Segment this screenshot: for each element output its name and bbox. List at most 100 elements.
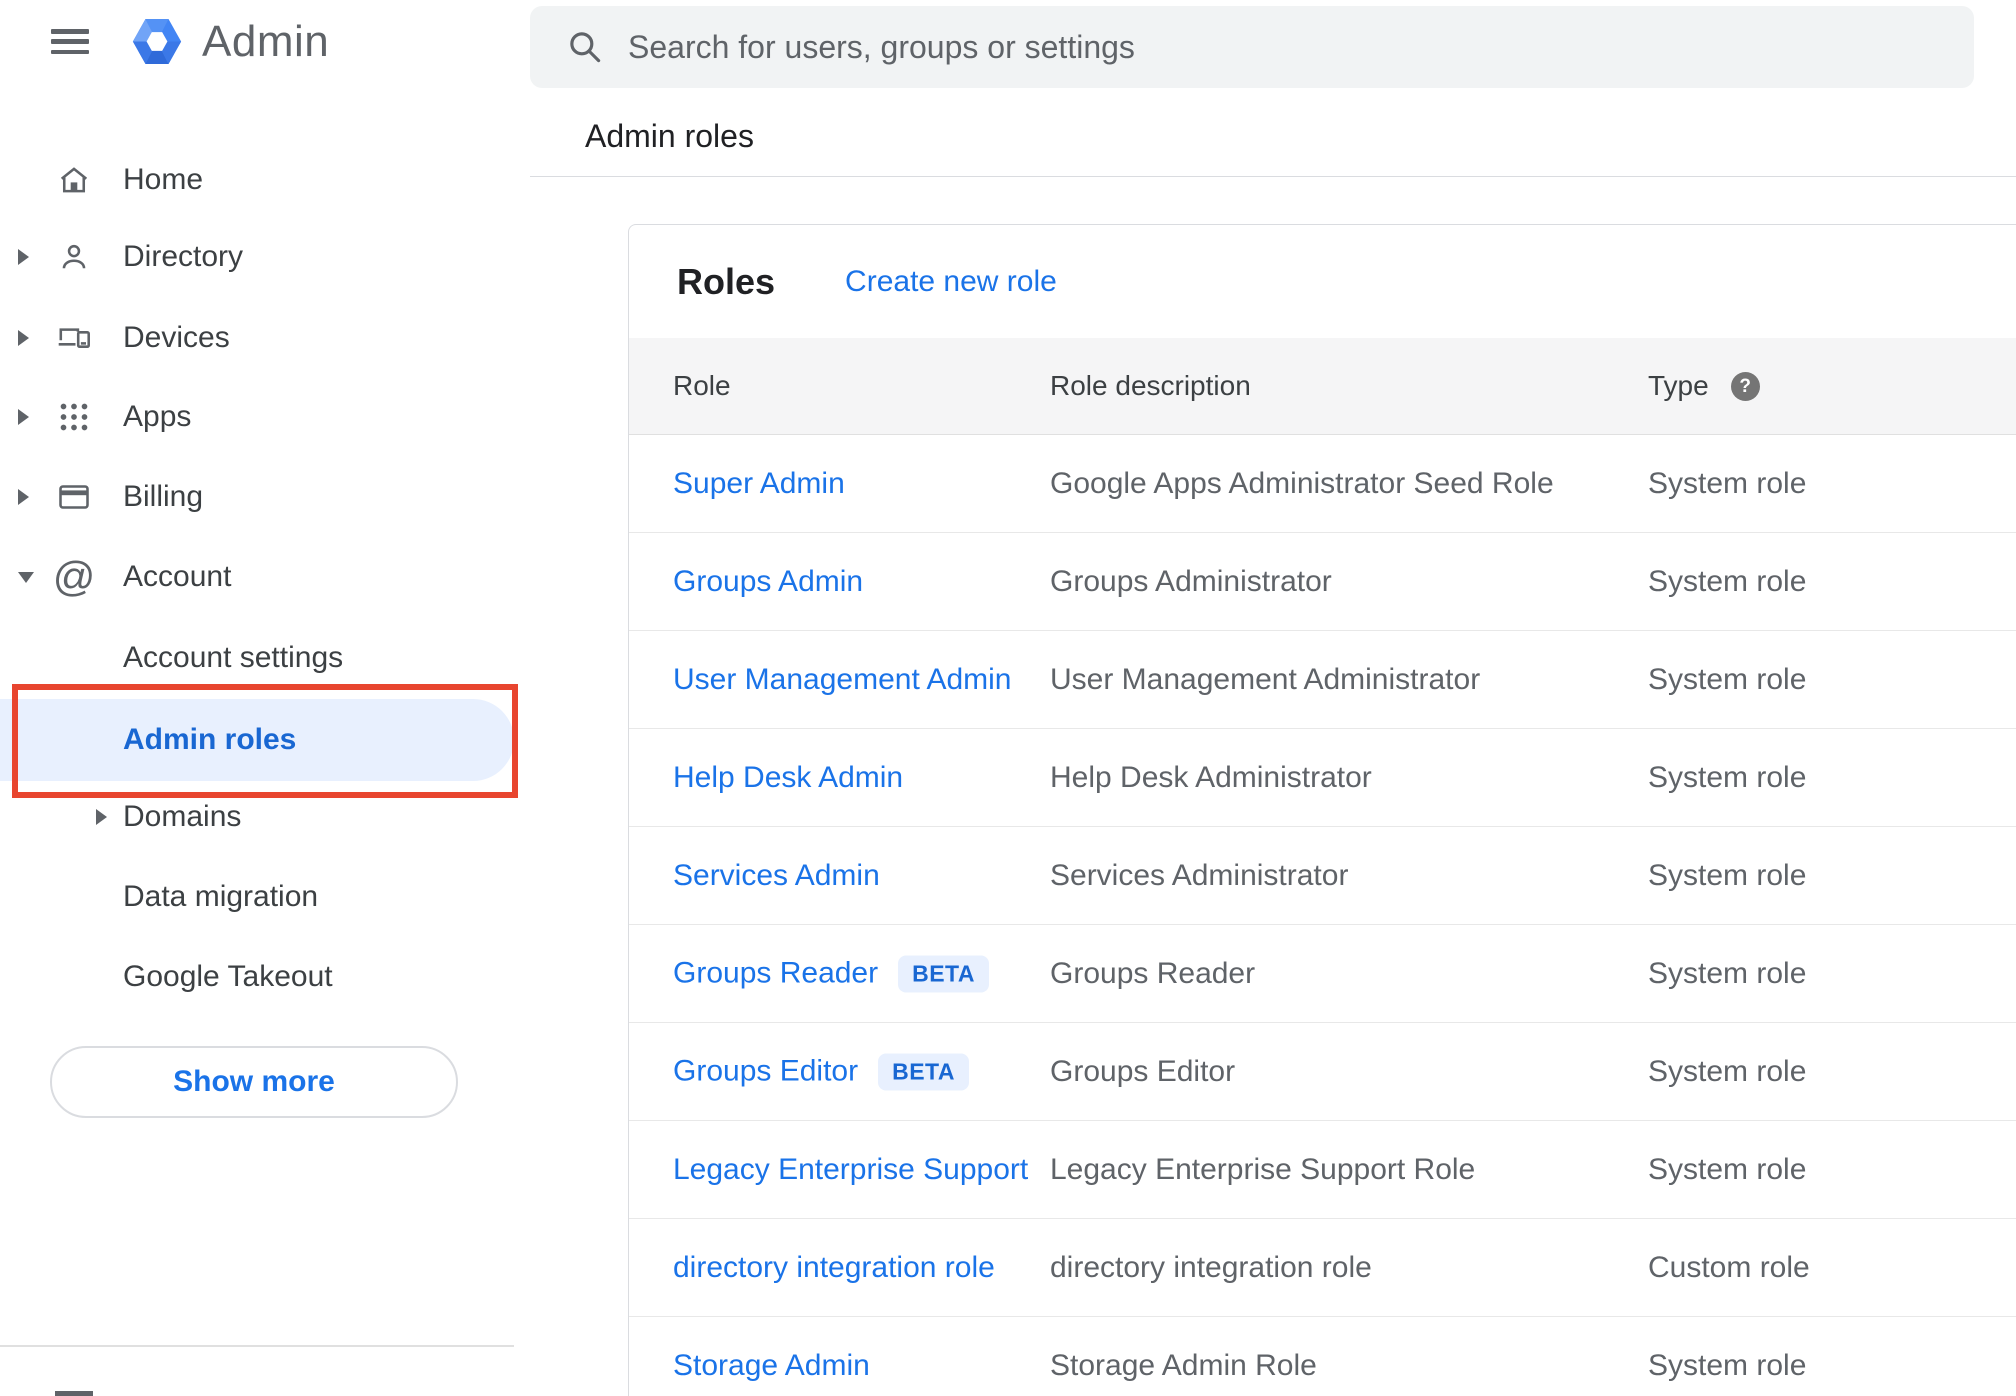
table-row: Super Admin Google Apps Administrator See…: [629, 435, 2016, 533]
role-description: Groups Editor: [1050, 1054, 1236, 1088]
menu-bar: [51, 49, 89, 54]
role-description: Services Administrator: [1050, 858, 1349, 892]
search-bar[interactable]: [530, 6, 1974, 88]
at-sign-icon: @: [52, 553, 96, 600]
role-link[interactable]: Super Admin: [673, 467, 845, 501]
sidebar-item-home[interactable]: Home: [0, 140, 514, 220]
role-link[interactable]: Legacy Enterprise Support: [673, 1153, 1028, 1187]
role-type: System role: [1648, 858, 1807, 892]
sidebar-item-label: Billing: [123, 480, 204, 513]
admin-hexagon-icon: [132, 19, 182, 64]
beta-badge: BETA: [878, 1053, 969, 1090]
table-row: Groups Admin Groups Administrator System r…: [629, 533, 2016, 631]
sidebar-item-label: Data migration: [123, 880, 319, 913]
table-row: Help Desk Admin Help Desk Administrator Sy…: [629, 729, 2016, 827]
menu-button[interactable]: [51, 29, 89, 54]
search-icon: [570, 32, 601, 63]
sidebar-item-label: Account settings: [123, 641, 344, 674]
logo-text: Admin: [202, 16, 330, 66]
column-header-role: Role: [673, 370, 731, 401]
role-type: System role: [1648, 1054, 1807, 1088]
sidebar-item-directory[interactable]: Directory: [0, 217, 514, 297]
table-row: Groups Reader BETA Groups Reader System rol…: [629, 925, 2016, 1023]
sidebar-item-label: Account: [123, 560, 232, 593]
column-header-type: Type ?: [1648, 370, 1760, 402]
beta-badge: BETA: [898, 955, 990, 992]
role-type: System role: [1648, 956, 1807, 990]
apps-icon: [55, 395, 93, 439]
role-type: System role: [1648, 466, 1807, 500]
role-description: User Management Administrator: [1050, 662, 1481, 696]
role-type: System role: [1648, 1348, 1807, 1382]
menu-bar: [51, 29, 89, 34]
create-new-role-link[interactable]: Create new role: [845, 265, 1057, 299]
chevron-down-icon[interactable]: [18, 571, 34, 583]
sidebar-item-label: Admin roles: [123, 723, 297, 756]
devices-icon: [55, 316, 93, 360]
help-icon[interactable]: ?: [1730, 371, 1760, 401]
sidebar-item-label: Home: [123, 163, 204, 196]
sidebar-item-apps[interactable]: Apps: [0, 377, 514, 457]
role-link[interactable]: Help Desk Admin: [673, 761, 903, 795]
table-row: directory integration role directory inte…: [629, 1219, 2016, 1317]
breadcrumb: Admin roles: [585, 118, 754, 154]
chevron-right-icon[interactable]: [18, 249, 29, 265]
show-more-button[interactable]: Show more: [50, 1046, 458, 1118]
role-type: System role: [1648, 564, 1807, 598]
sidebar-item-label: Directory: [123, 240, 244, 273]
table-row: Legacy Enterprise Support Legacy Enterpri…: [629, 1121, 2016, 1219]
admin-console: Admin Admin roles Home Directory Devices Ap…: [0, 0, 2016, 1396]
role-link[interactable]: Groups Admin: [673, 565, 863, 599]
role-description: Groups Administrator: [1050, 564, 1332, 598]
sidebar-item-domains[interactable]: Domains: [0, 777, 514, 857]
sidebar-item-label: Domains: [123, 800, 242, 833]
role-link[interactable]: Groups Editor: [673, 1055, 858, 1089]
chevron-right-icon[interactable]: [18, 330, 29, 346]
role-type: Custom role: [1648, 1250, 1810, 1284]
role-description: Storage Admin Role: [1050, 1348, 1317, 1382]
search-input[interactable]: [628, 17, 1974, 77]
sidebar-item-account[interactable]: @ Account: [0, 537, 514, 617]
sidebar-item-billing[interactable]: Billing: [0, 457, 514, 537]
card-title: Roles: [677, 260, 776, 302]
sidebar-item-data-migration[interactable]: Data migration: [0, 857, 514, 937]
cutoff-icon: [55, 1391, 93, 1396]
role-link[interactable]: Storage Admin: [673, 1349, 870, 1383]
role-description: Google Apps Administrator Seed Role: [1050, 466, 1554, 500]
menu-bar: [51, 39, 89, 44]
chevron-right-icon[interactable]: [18, 489, 29, 505]
role-type: System role: [1648, 662, 1807, 696]
sidebar-item-google-takeout[interactable]: Google Takeout: [0, 937, 514, 1017]
role-description: directory integration role: [1050, 1250, 1372, 1284]
sidebar-item-admin-roles[interactable]: Admin roles: [0, 699, 514, 781]
sidebar-item-account-settings[interactable]: Account settings: [0, 618, 514, 698]
admin-logo: Admin: [130, 13, 329, 70]
role-link[interactable]: directory integration role: [673, 1251, 995, 1285]
role-link[interactable]: User Management Admin: [673, 663, 1012, 697]
role-description: Legacy Enterprise Support Role: [1050, 1152, 1476, 1186]
breadcrumb-divider: [530, 176, 2016, 177]
role-link[interactable]: Services Admin: [673, 859, 880, 893]
sidebar: Home Directory Devices Apps Billing @ Account A…: [0, 130, 514, 1396]
role-type: System role: [1648, 760, 1807, 794]
role-link[interactable]: Groups Reader: [673, 957, 878, 991]
chevron-right-icon[interactable]: [18, 409, 29, 425]
card-header: Roles Create new role: [629, 225, 2016, 338]
role-description: Help Desk Administrator: [1050, 760, 1372, 794]
roles-table-body: Super Admin Google Apps Administrator See…: [629, 435, 2016, 1396]
table-row: User Management Admin User Management Adm…: [629, 631, 2016, 729]
sidebar-divider: [0, 1345, 514, 1347]
roles-card: Roles Create new role Role Role descript…: [628, 224, 2016, 1396]
table-row: Storage Admin Storage Admin Role System ro…: [629, 1317, 2016, 1396]
table-row: Groups Editor BETA Groups Editor System rol…: [629, 1023, 2016, 1121]
table-row: Services Admin Services Administrator Syst…: [629, 827, 2016, 925]
column-header-description: Role description: [1050, 370, 1251, 401]
role-description: Groups Reader: [1050, 956, 1256, 990]
person-icon: [55, 235, 93, 279]
sidebar-item-devices[interactable]: Devices: [0, 298, 514, 378]
home-icon: [55, 158, 93, 202]
chevron-right-icon[interactable]: [96, 809, 107, 825]
sidebar-item-label: Devices: [123, 321, 230, 354]
card-icon: [55, 475, 93, 519]
sidebar-item-label: Apps: [123, 400, 192, 433]
